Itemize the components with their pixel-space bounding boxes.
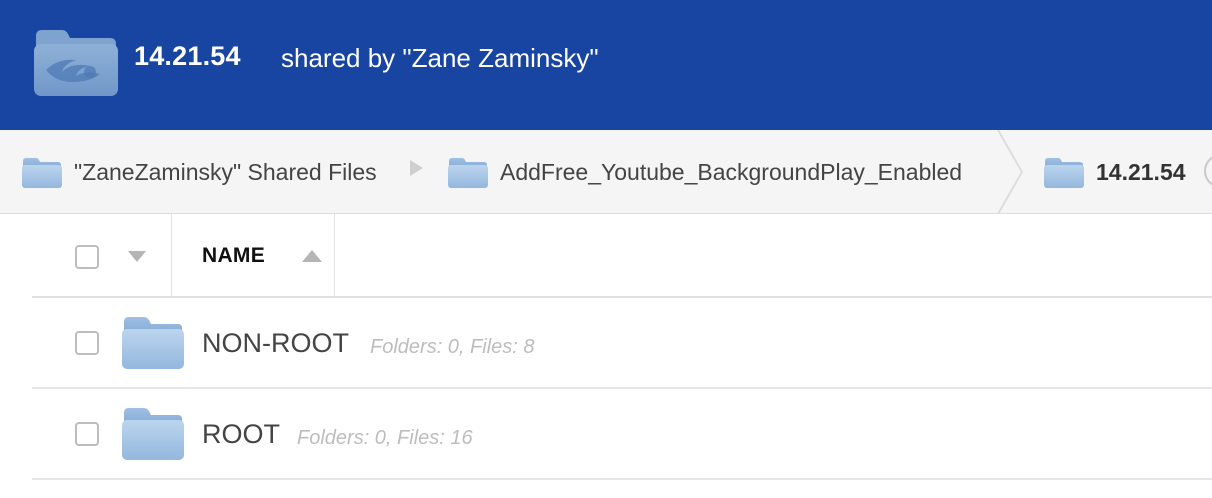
column-divider	[334, 214, 335, 296]
breadcrumb: "ZaneZaminsky" Shared Files AddFree_Yout…	[0, 130, 1212, 214]
folder-icon	[22, 158, 62, 188]
folder-icon	[122, 317, 184, 369]
row-meta: Folders: 0, Files: 16	[297, 427, 473, 449]
shared-by-label: shared by "Zane Zaminsky"	[281, 43, 599, 73]
table-row[interactable]: NON-ROOT Folders: 0, Files: 8	[32, 298, 1212, 389]
breadcrumb-more-button[interactable]	[1204, 154, 1212, 188]
breadcrumb-separator-icon	[410, 160, 423, 176]
table-row[interactable]: ROOT Folders: 0, Files: 16	[32, 389, 1212, 480]
select-all-checkbox[interactable]	[75, 245, 99, 269]
breadcrumb-label: "ZaneZaminsky" Shared Files	[74, 158, 377, 185]
folder-icon	[448, 158, 488, 188]
row-meta: Folders: 0, Files: 8	[370, 336, 535, 358]
column-header-name[interactable]: NAME	[202, 244, 265, 268]
select-dropdown-icon[interactable]	[128, 251, 146, 262]
breadcrumb-item-shared-files[interactable]: "ZaneZaminsky" Shared Files	[22, 130, 377, 214]
shared-folder-logo-icon	[34, 30, 118, 96]
folder-icon	[1044, 158, 1084, 188]
row-checkbox[interactable]	[75, 422, 99, 446]
breadcrumb-item-addfree[interactable]: AddFree_Youtube_BackgroundPlay_Enabled	[448, 130, 962, 214]
file-table: NAME NON-ROOT Folders: 0, Files: 8 ROOT …	[32, 214, 1212, 480]
column-divider	[171, 214, 172, 296]
table-header: NAME	[32, 214, 1212, 298]
folder-icon	[122, 408, 184, 460]
sort-ascending-icon[interactable]	[302, 250, 322, 262]
breadcrumb-chevron-icon	[997, 130, 1024, 214]
row-name[interactable]: ROOT	[202, 419, 280, 450]
page-header: 14.21.54 shared by "Zane Zaminsky"	[0, 0, 1212, 130]
breadcrumb-item-current[interactable]: 14.21.54	[1044, 130, 1186, 214]
row-name[interactable]: NON-ROOT	[202, 328, 349, 359]
breadcrumb-label: 14.21.54	[1096, 158, 1186, 185]
breadcrumb-label: AddFree_Youtube_BackgroundPlay_Enabled	[500, 158, 963, 185]
folder-title: 14.21.54	[134, 41, 241, 71]
row-checkbox[interactable]	[75, 331, 99, 355]
